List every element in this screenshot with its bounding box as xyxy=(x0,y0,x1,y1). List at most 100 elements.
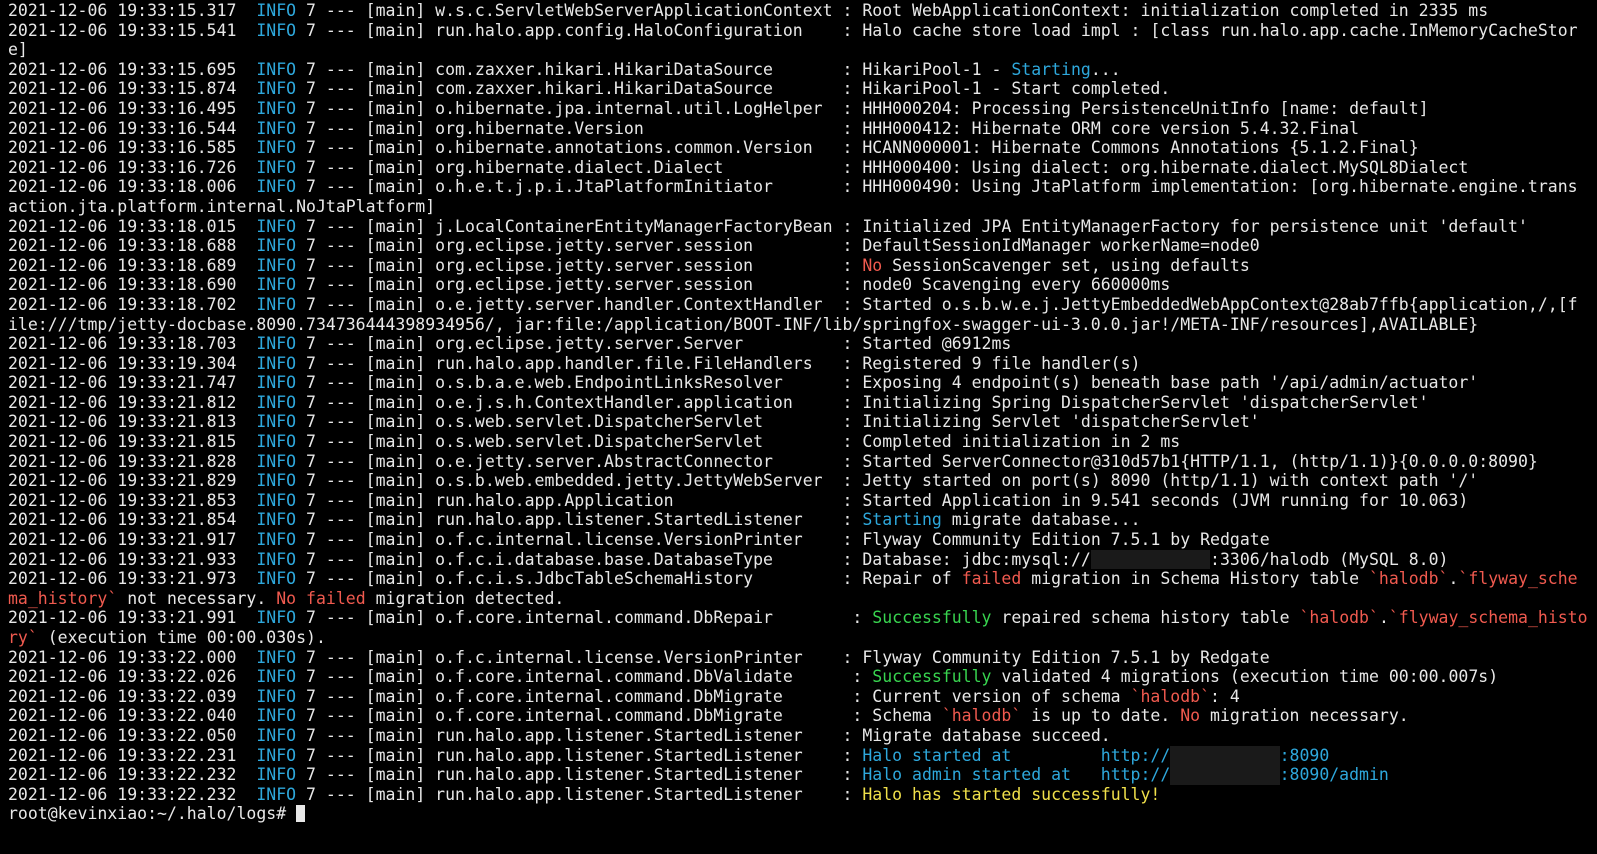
log-line: 2021-12-06 19:33:22.231 INFO 7 --- [main… xyxy=(8,745,1589,766)
log-segment: 7 --- [main] o.f.core.internal.command.D… xyxy=(296,667,873,687)
log-segment: 2021-12-06 19:33:21.829 xyxy=(8,471,257,491)
log-segment: INFO xyxy=(256,79,297,99)
log-segment: 7 --- [main] o.h.e.t.j.p.i.JtaPlatformIn… xyxy=(296,177,1578,197)
log-line: ma_history` not necessary. No failed mig… xyxy=(8,589,1589,609)
log-segment: INFO xyxy=(256,432,297,452)
log-segment: INFO xyxy=(256,255,297,275)
prompt-line[interactable]: root@kevinxiao:~/.halo/logs# xyxy=(8,804,1589,824)
log-segment: 7 --- [main] org.hibernate.dialect.Diale… xyxy=(296,157,1469,177)
log-segment: 2021-12-06 19:33:21.991 xyxy=(8,608,257,628)
log-output: 2021-12-06 19:33:15.317 INFO 7 --- [main… xyxy=(8,1,1589,804)
log-segment: : 4 xyxy=(1210,686,1240,706)
log-segment: 7 --- [main] org.hibernate.Version : HHH… xyxy=(296,118,1360,138)
log-line: 2021-12-06 19:33:21.853 INFO 7 --- [main… xyxy=(8,491,1589,511)
log-segment: 2021-12-06 19:33:21.815 xyxy=(8,432,257,452)
log-segment: 7 --- [main] run.halo.app.config.HaloCon… xyxy=(296,20,1578,40)
log-segment: :8090 xyxy=(1279,745,1330,765)
log-segment: `halodb` xyxy=(1130,686,1211,706)
log-segment: 7 --- [main] o.e.jetty.server.AbstractCo… xyxy=(296,451,1538,471)
log-segment: 7 --- [main] org.eclipse.jetty.server.se… xyxy=(296,275,1171,295)
log-segment: 7 --- [main] run.halo.app.listener.Start… xyxy=(296,784,863,804)
log-segment: 2021-12-06 19:33:16.544 xyxy=(8,118,257,138)
log-segment: Successfully xyxy=(872,608,992,628)
log-segment: INFO xyxy=(256,177,297,197)
log-line: 2021-12-06 19:33:18.690 INFO 7 --- [main… xyxy=(8,275,1589,295)
log-line: 2021-12-06 19:33:16.544 INFO 7 --- [main… xyxy=(8,119,1589,139)
log-line: 2021-12-06 19:33:19.304 INFO 7 --- [main… xyxy=(8,354,1589,374)
log-segment: INFO xyxy=(256,275,297,295)
log-segment: Halo has started successfully! xyxy=(862,784,1161,804)
log-segment: ma_history` xyxy=(8,588,118,608)
terminal-window[interactable]: 2021-12-06 19:33:15.317 INFO 7 --- [main… xyxy=(8,1,1589,854)
log-segment: INFO xyxy=(256,353,297,373)
log-segment: INFO xyxy=(256,725,297,745)
log-segment: 2021-12-06 19:33:16.726 xyxy=(8,157,257,177)
log-segment: 7 --- [main] run.halo.app.Application : … xyxy=(296,490,1469,510)
log-line: 2021-12-06 19:33:18.015 INFO 7 --- [main… xyxy=(8,217,1589,237)
log-segment: INFO xyxy=(256,236,297,256)
log-segment: `flyway_sche xyxy=(1458,569,1578,589)
log-segment: :8090/admin xyxy=(1279,765,1389,785)
log-segment: 2021-12-06 19:33:15.874 xyxy=(8,79,257,99)
log-segment: 7 --- [main] run.halo.app.listener.Start… xyxy=(296,510,863,530)
log-segment: 7 --- [main] org.eclipse.jetty.server.se… xyxy=(296,236,1260,256)
log-segment: INFO xyxy=(256,216,297,236)
log-segment: 2021-12-06 19:33:15.317 xyxy=(8,1,257,20)
log-segment: 2021-12-06 19:33:21.828 xyxy=(8,451,257,471)
log-line: 2021-12-06 19:33:22.050 INFO 7 --- [main… xyxy=(8,726,1589,746)
log-line: 2021-12-06 19:33:18.703 INFO 7 --- [main… xyxy=(8,334,1589,354)
log-segment: INFO xyxy=(256,412,297,432)
log-segment: INFO xyxy=(256,373,297,393)
log-segment: `flyway_schema_histo xyxy=(1388,608,1588,628)
log-segment: 7 --- [main] o.e.jetty.server.handler.Co… xyxy=(296,294,1578,314)
log-segment: INFO xyxy=(256,765,297,785)
log-segment: INFO xyxy=(256,784,297,804)
log-segment: INFO xyxy=(256,471,297,491)
log-line: ile:///tmp/jetty-docbase.8090.7347364443… xyxy=(8,315,1589,335)
log-segment: INFO xyxy=(256,667,297,687)
log-line: 2021-12-06 19:33:22.232 INFO 7 --- [main… xyxy=(8,765,1589,785)
log-segment: 2021-12-06 19:33:15.695 xyxy=(8,59,257,79)
log-segment: 2021-12-06 19:33:16.495 xyxy=(8,98,257,118)
log-segment: 2021-12-06 19:33:21.917 xyxy=(8,530,257,550)
log-segment: 7 --- [main] org.eclipse.jetty.server.se… xyxy=(296,255,863,275)
log-segment: No xyxy=(862,255,883,275)
log-segment: not necessary. xyxy=(117,588,277,608)
log-segment: 2021-12-06 19:33:18.689 xyxy=(8,255,257,275)
log-segment: 7 --- [main] run.halo.app.listener.Start… xyxy=(296,765,863,785)
log-segment: 7 --- [main] j.LocalContainerEntityManag… xyxy=(296,216,1528,236)
log-segment: 7 --- [main] o.hibernate.annotations.com… xyxy=(296,138,1419,158)
log-line: 2021-12-06 19:33:15.874 INFO 7 --- [main… xyxy=(8,79,1589,99)
log-segment: e] xyxy=(8,40,28,60)
log-segment: INFO xyxy=(256,138,297,158)
log-segment: 2021-12-06 19:33:18.006 xyxy=(8,177,257,197)
log-segment: 7 --- [main] o.s.web.servlet.DispatcherS… xyxy=(296,432,1181,452)
log-segment: INFO xyxy=(256,157,297,177)
log-segment: migration in Schema History table xyxy=(1021,569,1369,589)
log-segment: 7 --- [main] run.halo.app.listener.Start… xyxy=(296,725,1111,745)
log-segment: 7 --- [main] w.s.c.ServletWebServerAppli… xyxy=(296,1,1489,20)
log-segment: is up to date. xyxy=(1021,706,1181,726)
log-segment: INFO xyxy=(256,98,297,118)
log-segment: 2021-12-06 19:33:18.702 xyxy=(8,294,257,314)
log-line: 2021-12-06 19:33:16.726 INFO 7 --- [main… xyxy=(8,158,1589,178)
log-segment: INFO xyxy=(256,294,297,314)
log-segment: 7 --- [main] o.s.b.a.e.web.EndpointLinks… xyxy=(296,373,1479,393)
log-line: 2021-12-06 19:33:21.828 INFO 7 --- [main… xyxy=(8,452,1589,472)
log-segment: No xyxy=(1180,706,1201,726)
log-segment: INFO xyxy=(256,392,297,412)
log-segment: INFO xyxy=(256,706,297,726)
log-segment: 7 --- [main] o.f.core.internal.command.D… xyxy=(296,706,942,726)
log-line: 2021-12-06 19:33:21.815 INFO 7 --- [main… xyxy=(8,432,1589,452)
log-segment: INFO xyxy=(256,686,297,706)
log-segment: repaired schema history table xyxy=(991,608,1300,628)
log-segment: 7 --- [main] o.hibernate.jpa.internal.ut… xyxy=(296,98,1429,118)
cursor xyxy=(296,805,306,823)
log-segment: :3306/halodb (MySQL 8.0) xyxy=(1210,549,1449,569)
log-segment: Successfully xyxy=(872,667,992,687)
log-line: 2021-12-06 19:33:22.026 INFO 7 --- [main… xyxy=(8,667,1589,687)
log-line: 2021-12-06 19:33:21.747 INFO 7 --- [main… xyxy=(8,373,1589,393)
log-segment: 2021-12-06 19:33:22.050 xyxy=(8,725,257,745)
log-line: 2021-12-06 19:33:16.495 INFO 7 --- [main… xyxy=(8,99,1589,119)
log-segment: 7 --- [main] com.zaxxer.hikari.HikariDat… xyxy=(296,79,1171,99)
